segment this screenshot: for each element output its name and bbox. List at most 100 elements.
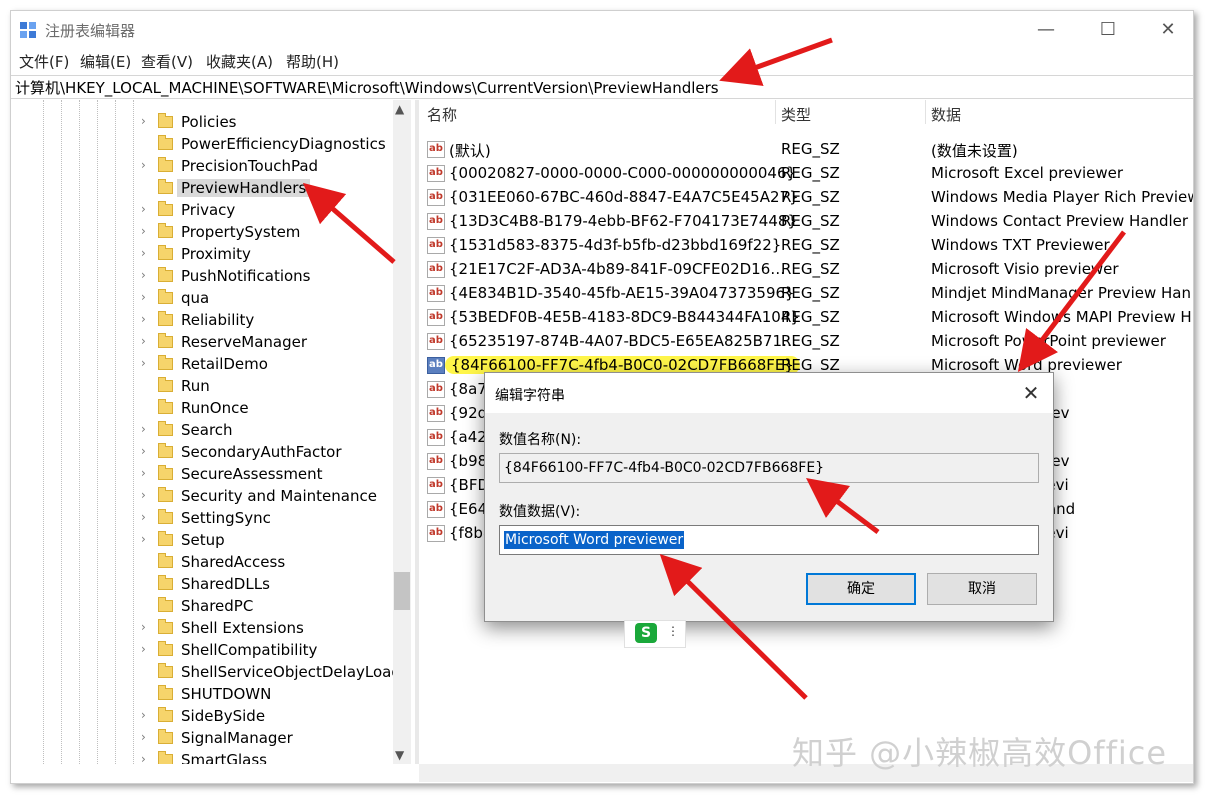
- tree-item[interactable]: SHUTDOWN: [11, 684, 411, 706]
- tree-item[interactable]: › Search: [11, 420, 411, 442]
- value-data-cell: Windows TXT Previewer: [931, 236, 1110, 254]
- ime-toolbar[interactable]: S ⋮: [624, 620, 686, 648]
- minimize-button[interactable]: —: [1017, 11, 1075, 49]
- value-row[interactable]: ab {00020827-0000-0000-C000-000000000046}…: [419, 162, 1193, 186]
- menu-help[interactable]: 帮助(H): [286, 51, 339, 72]
- value-row[interactable]: ab {65235197-874B-4A07-BDC5-E65EA825B71… R…: [419, 330, 1193, 354]
- tree-item-label: Setup: [181, 531, 225, 549]
- expand-chevron-icon[interactable]: ›: [141, 752, 146, 764]
- column-header-type[interactable]: 类型: [781, 104, 811, 125]
- maximize-button[interactable]: ☐: [1079, 11, 1137, 49]
- expand-chevron-icon[interactable]: ›: [141, 642, 146, 656]
- expand-chevron-icon[interactable]: ›: [141, 510, 146, 524]
- value-row[interactable]: ab (默认) REG_SZ (数值未设置): [419, 138, 1193, 162]
- value-data-cell: Windows Media Player Rich Preview: [931, 188, 1193, 206]
- tree-item[interactable]: › qua: [11, 288, 411, 310]
- tree-item[interactable]: ShellServiceObjectDelayLoad: [11, 662, 411, 684]
- tree-item[interactable]: › Privacy: [11, 200, 411, 222]
- tree-item[interactable]: SharedAccess: [11, 552, 411, 574]
- dialog-close-button[interactable]: ✕: [1017, 379, 1045, 407]
- expand-chevron-icon[interactable]: ›: [141, 268, 146, 282]
- tree-item[interactable]: › SecondaryAuthFactor: [11, 442, 411, 464]
- tree-item[interactable]: › PropertySystem: [11, 222, 411, 244]
- tree-item[interactable]: Run: [11, 376, 411, 398]
- tree-item[interactable]: › Proximity: [11, 244, 411, 266]
- expand-chevron-icon[interactable]: ›: [141, 620, 146, 634]
- tree-item[interactable]: PreviewHandlers: [11, 178, 411, 200]
- cancel-button[interactable]: 取消: [927, 573, 1037, 605]
- expand-chevron-icon[interactable]: ›: [141, 422, 146, 436]
- tree-item[interactable]: › ReserveManager: [11, 332, 411, 354]
- expand-chevron-icon[interactable]: ›: [141, 246, 146, 260]
- scrollbar-thumb[interactable]: [394, 572, 410, 610]
- close-button[interactable]: ✕: [1139, 11, 1193, 49]
- folder-icon: [158, 751, 173, 764]
- tree-item[interactable]: › Security and Maintenance: [11, 486, 411, 508]
- expand-chevron-icon[interactable]: ›: [141, 444, 146, 458]
- expand-chevron-icon[interactable]: ›: [141, 532, 146, 546]
- string-value-icon: ab: [427, 237, 445, 254]
- value-data-field[interactable]: Microsoft Word previewer: [499, 525, 1039, 555]
- tree-item[interactable]: › ShellCompatibility: [11, 640, 411, 662]
- tree-item-label: Proximity: [181, 245, 251, 263]
- expand-chevron-icon[interactable]: ›: [141, 312, 146, 326]
- expand-chevron-icon[interactable]: ›: [141, 158, 146, 172]
- expand-chevron-icon[interactable]: ›: [141, 290, 146, 304]
- tree-item[interactable]: › RetailDemo: [11, 354, 411, 376]
- tree-item[interactable]: › Policies: [11, 112, 411, 134]
- column-header-name[interactable]: 名称: [427, 104, 457, 125]
- value-row[interactable]: ab {53BEDF0B-4E5B-4183-8DC9-B844344FA104}…: [419, 306, 1193, 330]
- tree-item[interactable]: SharedPC: [11, 596, 411, 618]
- tree-item[interactable]: SharedDLLs: [11, 574, 411, 596]
- expand-chevron-icon[interactable]: ›: [141, 114, 146, 128]
- menu-edit[interactable]: 编辑(E): [80, 51, 131, 72]
- ime-more-icon[interactable]: ⋮: [667, 624, 679, 638]
- expand-chevron-icon[interactable]: ›: [141, 224, 146, 238]
- tree-item[interactable]: PowerEfficiencyDiagnostics: [11, 134, 411, 156]
- tree-scrollbar[interactable]: ▲ ▼: [393, 100, 411, 764]
- value-data-selected-text[interactable]: Microsoft Word previewer: [504, 531, 685, 549]
- value-row[interactable]: ab {1531d583-8375-4d3f-b5fb-d23bbd169f22}…: [419, 234, 1193, 258]
- expand-chevron-icon[interactable]: ›: [141, 708, 146, 722]
- tree-item[interactable]: › SignalManager: [11, 728, 411, 750]
- tree-item[interactable]: › SettingSync: [11, 508, 411, 530]
- tree-item[interactable]: › Reliability: [11, 310, 411, 332]
- scroll-down-icon[interactable]: ▼: [395, 748, 404, 762]
- watermark: 知乎 @小辣椒高效Office: [792, 734, 1168, 772]
- sogou-ime-icon[interactable]: S: [635, 623, 657, 643]
- expand-chevron-icon[interactable]: ›: [141, 466, 146, 480]
- value-name-cell: {53BEDF0B-4E5B-4183-8DC9-B844344FA104}: [449, 308, 800, 326]
- column-separator[interactable]: [775, 100, 776, 124]
- menu-file[interactable]: 文件(F): [19, 51, 69, 72]
- menu-favorites[interactable]: 收藏夹(A): [206, 51, 273, 72]
- value-name-field[interactable]: {84F66100-FF7C-4fb4-B0C0-02CD7FB668FE}: [499, 453, 1039, 483]
- tree-item[interactable]: › PushNotifications: [11, 266, 411, 288]
- expand-chevron-icon[interactable]: ›: [141, 356, 146, 370]
- value-type-cell: REG_SZ: [781, 332, 840, 350]
- tree-item[interactable]: › SmartGlass: [11, 750, 411, 764]
- value-row[interactable]: ab {4E834B1D-3540-45fb-AE15-39A047373596}…: [419, 282, 1193, 306]
- expand-chevron-icon[interactable]: ›: [141, 334, 146, 348]
- value-row[interactable]: ab {13D3C4B8-B179-4ebb-BF62-F704173E7448}…: [419, 210, 1193, 234]
- tree-item[interactable]: › SecureAssessment: [11, 464, 411, 486]
- expand-chevron-icon[interactable]: ›: [141, 202, 146, 216]
- ok-button[interactable]: 确定: [806, 573, 916, 605]
- tree-item[interactable]: RunOnce: [11, 398, 411, 420]
- expand-chevron-icon[interactable]: ›: [141, 730, 146, 744]
- column-separator[interactable]: [925, 100, 926, 124]
- value-type-cell: REG_SZ: [781, 212, 840, 230]
- folder-icon: [158, 377, 173, 392]
- scroll-up-icon[interactable]: ▲: [395, 102, 404, 116]
- value-name-cell: {65235197-874B-4A07-BDC5-E65EA825B71…: [449, 332, 797, 350]
- value-row[interactable]: ab {031EE060-67BC-460d-8847-E4A7C5E45A27}…: [419, 186, 1193, 210]
- menu-view[interactable]: 查看(V): [141, 51, 193, 72]
- tree-item[interactable]: › Shell Extensions: [11, 618, 411, 640]
- tree-item[interactable]: › Setup: [11, 530, 411, 552]
- tree-item[interactable]: › PrecisionTouchPad: [11, 156, 411, 178]
- value-data-label: 数值数据(V):: [499, 504, 581, 520]
- column-header-data[interactable]: 数据: [931, 104, 961, 125]
- address-bar[interactable]: 计算机\HKEY_LOCAL_MACHINE\SOFTWARE\Microsof…: [11, 75, 1193, 99]
- tree-item[interactable]: › SideBySide: [11, 706, 411, 728]
- expand-chevron-icon[interactable]: ›: [141, 488, 146, 502]
- value-row[interactable]: ab {21E17C2F-AD3A-4b89-841F-09CFE02D16… RE…: [419, 258, 1193, 282]
